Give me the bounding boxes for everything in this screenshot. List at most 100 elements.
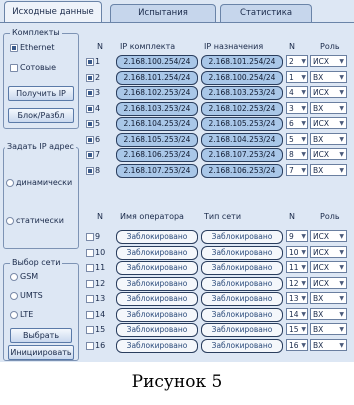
row-checkbox[interactable] <box>86 89 94 97</box>
lte-radio[interactable] <box>10 310 18 319</box>
pair-number-select[interactable]: 4 ▼ <box>286 86 308 98</box>
destination-ip-field[interactable]: 2.168.107.253/24 <box>201 148 283 162</box>
role-select[interactable]: ВХ ▼ <box>310 132 347 145</box>
source-ip-field[interactable]: 2.168.103.253/24 <box>116 101 198 116</box>
operator-name-field[interactable]: Заблокировано <box>116 323 198 337</box>
row-checkbox[interactable] <box>86 233 94 241</box>
source-ip-field[interactable]: 2.168.101.254/24 <box>116 70 198 85</box>
dynamic-option[interactable]: динамически <box>6 178 72 187</box>
umts-radio[interactable] <box>10 291 18 300</box>
pair-number-select[interactable]: 13 ▼ <box>286 292 308 304</box>
pair-number-select[interactable]: 14 ▼ <box>286 307 308 320</box>
row-checkbox[interactable] <box>86 341 94 350</box>
role-select[interactable]: ВХ ▼ <box>310 292 347 304</box>
role-select[interactable]: ВХ ▼ <box>310 338 347 351</box>
row-checkbox[interactable] <box>86 166 94 175</box>
pair-number-select[interactable]: 11 ▼ <box>286 261 308 273</box>
role-select[interactable]: ИСХ ▼ <box>310 148 347 160</box>
cellular-option[interactable]: Сотовые <box>10 63 56 72</box>
pair-number-select[interactable]: 9 ▼ <box>286 230 308 242</box>
row-checkbox[interactable] <box>86 310 94 319</box>
role-select[interactable]: ВХ ▼ <box>310 70 347 83</box>
row-checkbox[interactable] <box>86 151 94 159</box>
source-ip-field[interactable]: 2.168.106.253/24 <box>116 148 198 162</box>
operator-name-field[interactable]: Заблокировано <box>116 230 198 244</box>
lte-option[interactable]: LTE <box>10 310 33 319</box>
row-checkbox[interactable] <box>86 120 94 128</box>
ethernet-checkbox[interactable] <box>10 43 18 52</box>
source-ip-field[interactable]: 2.168.100.254/24 <box>116 55 198 69</box>
destination-ip-field[interactable]: 2.168.105.253/24 <box>201 117 283 131</box>
operator-name-field[interactable]: Заблокировано <box>116 338 198 353</box>
gsm-option[interactable]: GSM <box>10 272 38 281</box>
tab-input-data[interactable]: Исходные данные <box>4 1 102 23</box>
row-checkbox[interactable] <box>86 104 94 113</box>
row-checkbox[interactable] <box>86 248 94 257</box>
pair-number-select[interactable]: 8 ▼ <box>286 148 308 160</box>
ethernet-option[interactable]: Ethernet <box>10 43 54 52</box>
network-type-field[interactable]: Заблокировано <box>201 338 283 353</box>
role-select[interactable]: ВХ ▼ <box>310 307 347 320</box>
network-type-field[interactable]: Заблокировано <box>201 292 283 306</box>
role-select[interactable]: ВХ ▼ <box>310 163 347 176</box>
tab-statistics[interactable]: Статистика <box>220 4 312 22</box>
source-ip-field[interactable]: 2.168.107.253/24 <box>116 163 198 178</box>
umts-option[interactable]: UMTS <box>10 291 43 300</box>
destination-ip-field[interactable]: 2.168.103.253/24 <box>201 86 283 100</box>
role-select[interactable]: ИСХ ▼ <box>310 230 347 242</box>
block-unblock-button[interactable]: Блок/Разбл <box>8 108 74 123</box>
initiate-button[interactable]: Инициировать <box>8 345 74 360</box>
role-select[interactable]: ВХ ▼ <box>310 101 347 114</box>
source-ip-field[interactable]: 2.168.104.253/24 <box>116 117 198 131</box>
role-select[interactable]: ВХ ▼ <box>310 323 347 335</box>
network-type-field[interactable]: Заблокировано <box>201 307 283 322</box>
dynamic-radio[interactable] <box>6 178 14 187</box>
gsm-radio[interactable] <box>10 272 18 281</box>
pair-number-select[interactable]: 1 ▼ <box>286 70 308 83</box>
row-checkbox[interactable] <box>86 58 94 66</box>
network-type-field[interactable]: Заблокировано <box>201 261 283 275</box>
operator-name-field[interactable]: Заблокировано <box>116 276 198 291</box>
source-ip-field[interactable]: 2.168.105.253/24 <box>116 132 198 147</box>
pair-number-select[interactable]: 16 ▼ <box>286 338 308 351</box>
pair-number-select[interactable]: 3 ▼ <box>286 101 308 114</box>
role-select[interactable]: ИСХ ▼ <box>310 261 347 273</box>
tab-tests[interactable]: Испытания <box>110 4 216 22</box>
source-ip-field[interactable]: 2.168.102.253/24 <box>116 86 198 100</box>
pair-number-select[interactable]: 6 ▼ <box>286 117 308 129</box>
role-select[interactable]: ИСХ ▼ <box>310 245 347 258</box>
destination-ip-field[interactable]: 2.168.100.254/24 <box>201 70 283 85</box>
row-checkbox[interactable] <box>86 279 94 288</box>
static-radio[interactable] <box>6 216 14 225</box>
role-select[interactable]: ИСХ ▼ <box>310 276 347 289</box>
pair-number-select[interactable]: 2 ▼ <box>286 55 308 67</box>
destination-ip-field[interactable]: 2.168.102.253/24 <box>201 101 283 116</box>
destination-ip-field[interactable]: 2.168.106.253/24 <box>201 163 283 178</box>
destination-ip-field[interactable]: 2.168.101.254/24 <box>201 55 283 69</box>
operator-name-field[interactable]: Заблокировано <box>116 292 198 306</box>
operator-name-field[interactable]: Заблокировано <box>116 245 198 260</box>
pair-number-select[interactable]: 7 ▼ <box>286 163 308 176</box>
role-select[interactable]: ИСХ ▼ <box>310 117 347 129</box>
get-ip-button[interactable]: Получить IP <box>8 86 74 101</box>
network-type-field[interactable]: Заблокировано <box>201 276 283 291</box>
select-network-button[interactable]: Выбрать <box>10 328 72 343</box>
static-option[interactable]: статически <box>6 216 64 225</box>
operator-name-field[interactable]: Заблокировано <box>116 261 198 275</box>
row-checkbox[interactable] <box>86 135 94 144</box>
pair-number-select[interactable]: 15 ▼ <box>286 323 308 335</box>
operator-name-field[interactable]: Заблокировано <box>116 307 198 322</box>
cellular-checkbox[interactable] <box>10 63 18 72</box>
row-checkbox[interactable] <box>86 295 94 303</box>
row-checkbox[interactable] <box>86 73 94 82</box>
network-type-field[interactable]: Заблокировано <box>201 230 283 244</box>
row-checkbox[interactable] <box>86 326 94 334</box>
pair-number-select[interactable]: 5 ▼ <box>286 132 308 145</box>
row-checkbox[interactable] <box>86 264 94 272</box>
pair-number-select[interactable]: 10 ▼ <box>286 245 308 258</box>
role-select[interactable]: ИСХ ▼ <box>310 55 347 67</box>
pair-number-select[interactable]: 12 ▼ <box>286 276 308 289</box>
role-select[interactable]: ИСХ ▼ <box>310 86 347 98</box>
network-type-field[interactable]: Заблокировано <box>201 323 283 337</box>
destination-ip-field[interactable]: 2.168.104.253/24 <box>201 132 283 147</box>
